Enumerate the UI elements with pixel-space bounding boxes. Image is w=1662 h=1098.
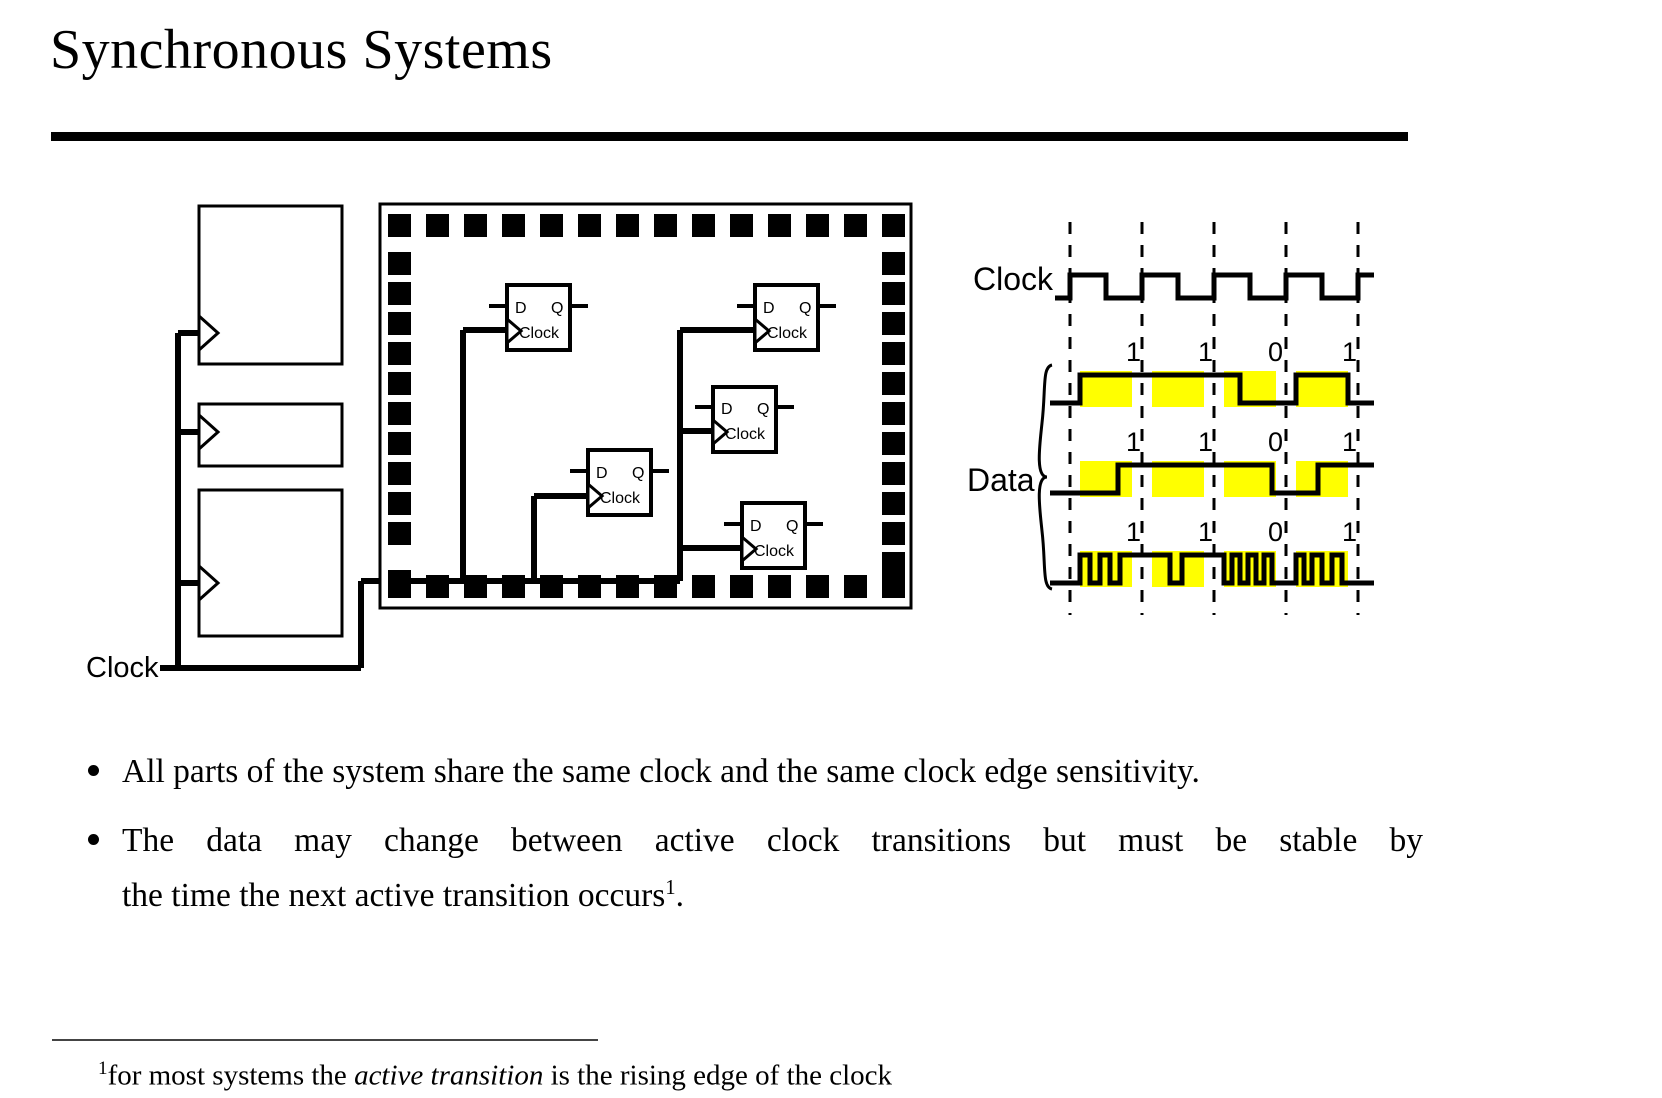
block-middle: [197, 402, 344, 468]
footnote-pre: for most systems the: [107, 1059, 355, 1092]
bit-2-3: 0: [1268, 427, 1283, 457]
ff2-q-label: Q: [799, 300, 811, 317]
bit-labels-trace-1: 1 1 0 1: [1126, 337, 1357, 367]
bit-2-1: 1: [1126, 427, 1141, 457]
bullet-dot-icon: [88, 834, 99, 845]
page-title: Synchronous Systems: [50, 19, 553, 81]
bullet-item-2: The data may change between active clock…: [78, 817, 1423, 919]
bit-labels-trace-3: 1 1 0 1: [1126, 517, 1357, 547]
bullet-2-line-2: the time the next active transition occu…: [122, 864, 1423, 919]
footnote: 1for most systems the active transition …: [98, 1052, 892, 1093]
ff4-clock-label: Clock: [600, 490, 641, 507]
bullet-2-line-1: The data may change between active clock…: [122, 822, 1423, 859]
timing-clock-label: Clock: [973, 261, 1054, 297]
bit-1-2: 1: [1198, 337, 1213, 367]
clock-waveform: [1055, 272, 1374, 301]
synchronous-system-figure: Clock D Q Clock D Q Clock D Q Clock D Q …: [86, 202, 1374, 684]
bullet-2-line-2-post: .: [675, 877, 685, 915]
footnote-italic: active transition: [354, 1059, 544, 1092]
chip-package: [378, 202, 913, 610]
footnote-post: is the rising edge of the clock: [543, 1059, 893, 1092]
timing-diagram: Clock Data 1 1 0 1 1 1 0 1 1 1 0 1: [967, 222, 1374, 615]
bit-2-4: 1: [1342, 427, 1357, 457]
footnote-mark: 1: [98, 1058, 108, 1079]
ff1-d-label: D: [515, 300, 527, 317]
ff5-q-label: Q: [786, 518, 798, 535]
bit-1-1: 1: [1126, 337, 1141, 367]
data-brace: [1037, 363, 1053, 591]
bullet-1-text: All parts of the system share the same c…: [122, 753, 1200, 790]
ff5-d-label: D: [750, 518, 762, 535]
bit-1-4: 1: [1342, 337, 1357, 367]
bit-3-2: 1: [1198, 517, 1213, 547]
ff4-q-label: Q: [632, 465, 644, 482]
ff2-d-label: D: [763, 300, 775, 317]
ff3-clock-label: Clock: [725, 426, 766, 443]
bullet-2-line-2-pre: the time the next active transition occu…: [122, 877, 666, 915]
bullet-item-1: All parts of the system share the same c…: [78, 748, 1423, 795]
bit-labels-trace-2: 1 1 0 1: [1126, 427, 1357, 457]
ff2-clock-label: Clock: [767, 325, 808, 342]
block-top: [197, 204, 344, 366]
footnote-divider: [52, 1039, 598, 1041]
bit-3-3: 0: [1268, 517, 1283, 547]
bit-3-4: 1: [1342, 517, 1357, 547]
block-bottom: [197, 488, 344, 638]
slide-root: Synchronous Systems Clock D Q Clock D Q …: [0, 0, 1662, 1098]
bullet-dot-icon: [88, 765, 99, 776]
ff1-q-label: Q: [551, 300, 563, 317]
timing-data-label: Data: [967, 462, 1035, 498]
chip-pads-left: [388, 252, 411, 593]
chip-outline: [378, 202, 913, 610]
ff1-clock-label: Clock: [519, 325, 560, 342]
ff3-q-label: Q: [757, 401, 769, 418]
bit-1-3: 0: [1268, 337, 1283, 367]
bullet-2-footnote-mark: 1: [665, 876, 676, 899]
ff4-d-label: D: [596, 465, 608, 482]
figure-area: Clock D Q Clock D Q Clock D Q Clock D Q …: [0, 175, 1662, 705]
left-blocks: [197, 204, 344, 638]
bit-2-2: 1: [1198, 427, 1213, 457]
title-divider: [51, 132, 1408, 141]
ff5-clock-label: Clock: [754, 543, 795, 560]
chip-pads-right: [882, 252, 905, 575]
bit-3-1: 1: [1126, 517, 1141, 547]
bullet-list: All parts of the system share the same c…: [78, 748, 1423, 919]
clock-input-label: Clock: [86, 652, 159, 684]
ff3-d-label: D: [721, 401, 733, 418]
